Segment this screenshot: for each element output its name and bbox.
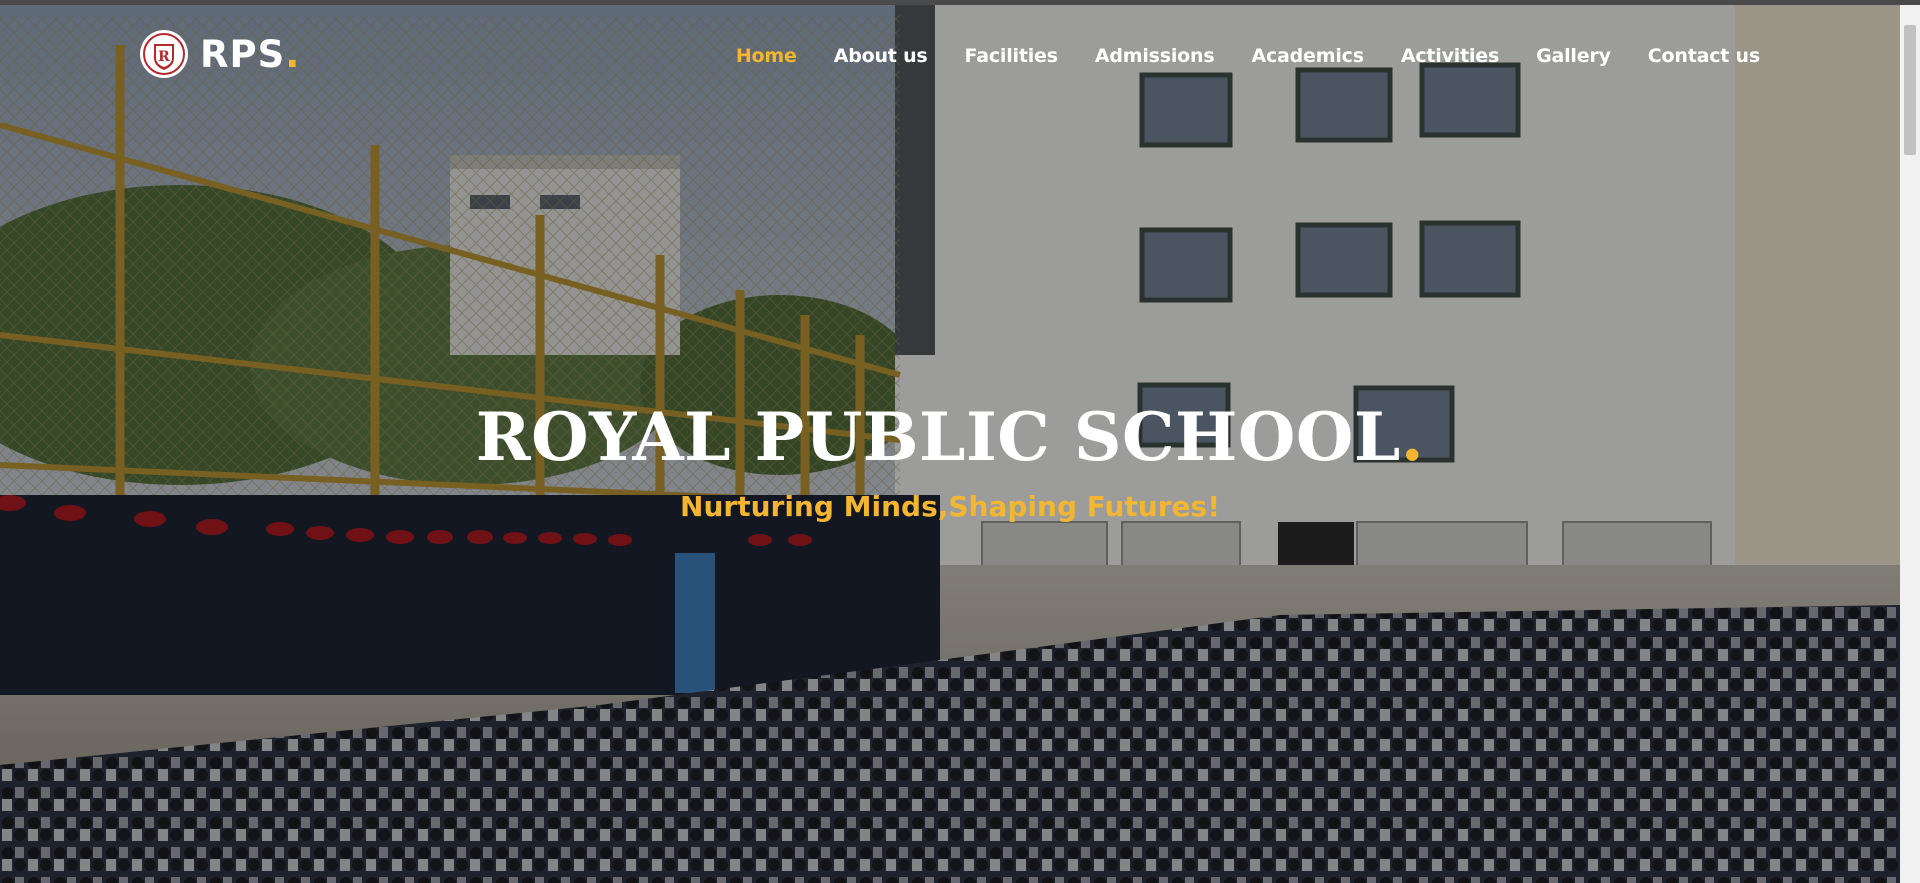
page-scrollbar[interactable] (1900, 5, 1920, 883)
nav-facilities[interactable]: Facilities (965, 45, 1058, 67)
nav-gallery[interactable]: Gallery (1536, 45, 1611, 67)
scrollbar-thumb[interactable] (1904, 25, 1916, 155)
hero-title: ROYAL PUBLIC SCHOOL. (0, 398, 1900, 476)
nav-contact-us[interactable]: Contact us (1648, 45, 1760, 67)
nav-academics[interactable]: Academics (1251, 45, 1364, 67)
navbar: R RPS. Home About us Facilities Admissio… (0, 5, 1900, 101)
nav-admissions[interactable]: Admissions (1095, 45, 1215, 67)
brand-dot: . (285, 32, 300, 76)
brand-logo-link[interactable]: R RPS. (140, 29, 299, 79)
hero-title-text: ROYAL PUBLIC SCHOOL (475, 398, 1401, 476)
main-nav: Home About us Facilities Admissions Acad… (699, 45, 1760, 67)
brand-name: RPS (200, 32, 286, 76)
hero-title-dot: . (1400, 398, 1425, 476)
nav-activities[interactable]: Activities (1401, 45, 1499, 67)
school-crest-icon: R (140, 30, 188, 78)
hero-subtitle: Nurturing Minds,Shaping Futures! (680, 490, 1220, 523)
nav-about-us[interactable]: About us (834, 45, 928, 67)
nav-home[interactable]: Home (736, 45, 797, 67)
crest-letter: R (158, 49, 170, 65)
